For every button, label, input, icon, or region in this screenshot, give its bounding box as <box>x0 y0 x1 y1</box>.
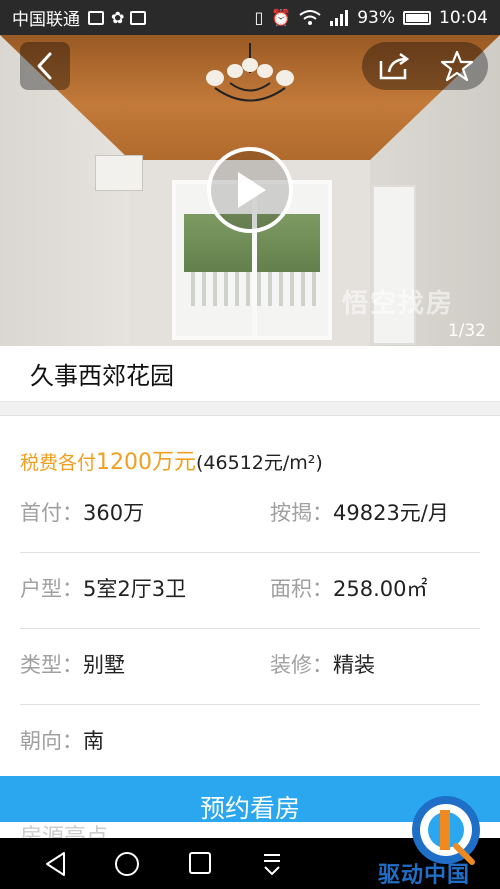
listing-title: 久事西郊花园 <box>0 346 500 402</box>
wechat-icon: ✿ <box>111 8 125 27</box>
photo-air-conditioner <box>95 155 143 191</box>
detail-row: 朝向：南 <box>20 705 480 781</box>
detail-value: 258.00㎡ <box>333 577 428 601</box>
layout: 户型：5室2厅3卫 <box>20 573 186 603</box>
detail-label: 首付： <box>20 501 83 525</box>
detail-label: 按揭： <box>270 501 333 525</box>
section-divider <box>0 402 500 416</box>
price-amount: 1200万元 <box>96 450 197 475</box>
nav-home-icon[interactable] <box>114 851 140 877</box>
battery-icon <box>403 10 431 25</box>
detail-row: 类型：别墅 装修：精装 <box>20 629 480 705</box>
mortgage: 按揭：49823元/月 <box>270 497 449 527</box>
detail-label: 户型： <box>20 577 83 601</box>
vibrate-icon: ▯ <box>254 8 264 27</box>
image-icon <box>130 10 147 25</box>
back-icon <box>37 52 52 80</box>
detail-label: 朝向： <box>20 729 83 753</box>
share-icon[interactable] <box>377 51 411 81</box>
area: 面积：258.00㎡ <box>270 573 427 603</box>
detail-value: 精装 <box>333 653 375 677</box>
action-pill <box>362 42 488 90</box>
nav-back-icon[interactable] <box>44 851 68 877</box>
property-type: 类型：别墅 <box>20 649 125 679</box>
star-icon[interactable] <box>440 50 474 82</box>
nav-menu-icon[interactable] <box>260 851 284 877</box>
detail-label: 面积： <box>270 577 333 601</box>
detail-value: 南 <box>83 729 104 753</box>
back-button[interactable] <box>20 42 70 90</box>
signal-icon <box>330 9 349 26</box>
chandelier-icon <box>206 43 294 102</box>
detail-label: 类型： <box>20 653 83 677</box>
mail-icon <box>88 10 104 25</box>
photo-door <box>372 185 416 345</box>
brand-watermark: 驱动中国 <box>378 863 471 888</box>
carrier-name: 中国联通 <box>12 10 80 30</box>
photo-watermark: 悟空找房 <box>342 289 455 319</box>
detail-row: 户型：5室2厅3卫 面积：258.00㎡ <box>20 553 480 629</box>
price-prefix: 税费各付 <box>20 452 97 474</box>
orientation: 朝向：南 <box>20 725 104 755</box>
play-icon <box>238 172 266 208</box>
status-bar: 中国联通 ✿ ▯ ⏰ 93% 10:04 <box>0 0 500 35</box>
photo-counter: 1/32 <box>447 321 486 341</box>
wifi-icon <box>299 9 321 25</box>
decoration: 装修：精装 <box>270 649 375 679</box>
price-per-area: (46512元/m²) <box>196 452 323 474</box>
clock: 10:04 <box>439 7 488 28</box>
battery-percent: 93% <box>357 7 395 28</box>
detail-value: 360万 <box>83 501 145 525</box>
detail-value: 5室2厅3卫 <box>83 577 187 601</box>
price-line: 税费各付1200万元(46512元/m²) <box>20 444 323 476</box>
nav-recent-icon[interactable] <box>188 851 212 875</box>
alarm-icon: ⏰ <box>271 8 292 27</box>
detail-value: 别墅 <box>83 653 125 677</box>
play-video-button[interactable] <box>207 147 293 233</box>
detail-value: 49823元/月 <box>333 501 449 525</box>
down-payment: 首付：360万 <box>20 497 144 527</box>
detail-label: 装修： <box>270 653 333 677</box>
detail-row: 首付：360万 按揭：49823元/月 <box>20 477 480 553</box>
